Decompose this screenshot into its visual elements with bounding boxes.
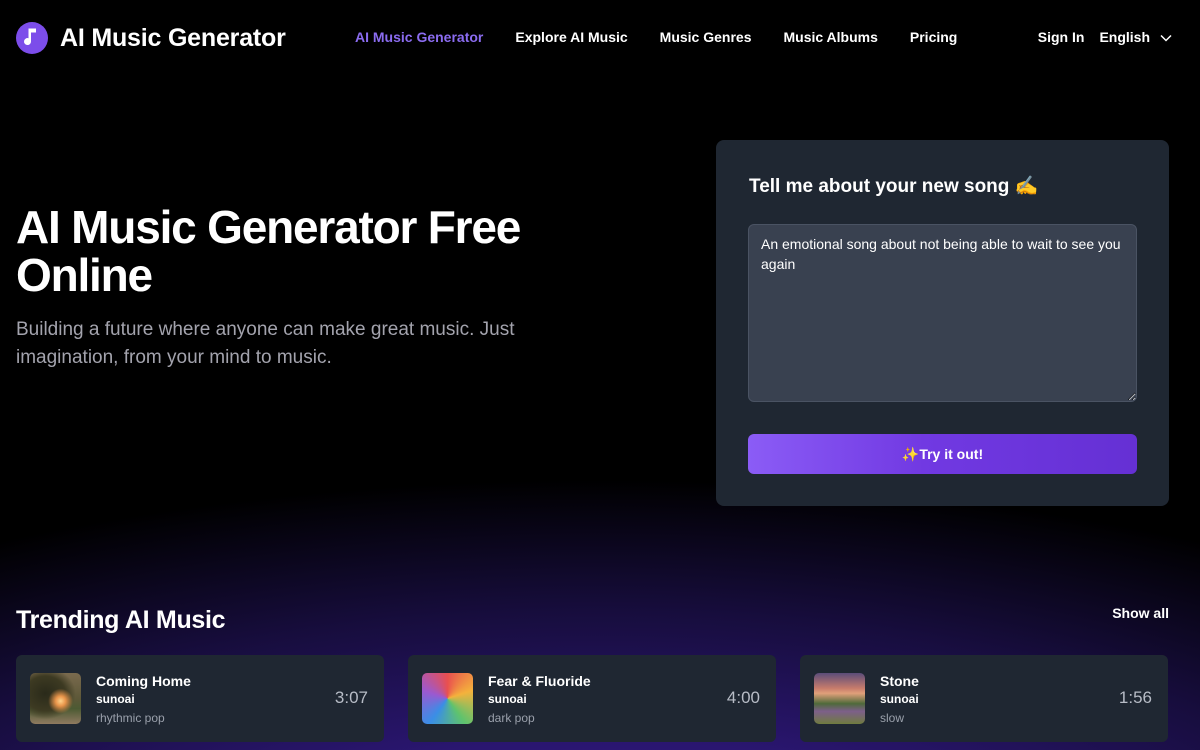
prompt-card-title-text: Tell me about your new song: [749, 176, 1010, 197]
brand[interactable]: AI Music Generator: [16, 22, 286, 54]
nav-music-albums[interactable]: Music Albums: [784, 29, 878, 45]
trending-title: Trending AI Music: [16, 606, 226, 634]
track-title: Stone: [880, 673, 919, 689]
track-title: Fear & Fluoride: [488, 673, 591, 689]
try-it-out-button[interactable]: ✨Try it out!: [748, 434, 1137, 474]
track-title: Coming Home: [96, 673, 191, 689]
trending-list: Coming Home sunoai rhythmic pop 3:07 Fea…: [16, 655, 1168, 742]
prompt-card: Tell me about your new song ✍️ An emotio…: [716, 140, 1169, 506]
track-info: Fear & Fluoride sunoai dark pop: [488, 672, 591, 727]
track-info: Coming Home sunoai rhythmic pop: [96, 672, 191, 727]
track-card[interactable]: Fear & Fluoride sunoai dark pop 4:00: [408, 655, 776, 742]
track-duration: 4:00: [726, 688, 760, 707]
track-info: Stone sunoai slow: [880, 672, 919, 727]
site-header: AI Music Generator AI Music Generator Ex…: [0, 0, 1200, 76]
track-genre: rhythmic pop: [96, 711, 165, 725]
chevron-down-icon: [1160, 29, 1172, 45]
music-note-icon: [16, 22, 48, 54]
song-description-input[interactable]: An emotional song about not being able t…: [748, 224, 1137, 402]
brand-name: AI Music Generator: [60, 23, 286, 52]
sparkles-icon: ✨: [901, 445, 920, 462]
nav-ai-music-generator[interactable]: AI Music Generator: [355, 29, 483, 45]
prompt-card-title: Tell me about your new song ✍️: [749, 174, 1038, 198]
track-genre: dark pop: [488, 711, 535, 725]
nav-pricing[interactable]: Pricing: [910, 29, 957, 45]
hero-title: AI Music Generator Free Online: [16, 201, 521, 301]
hero-subtitle: Building a future where anyone can make …: [16, 319, 515, 368]
track-cover-image: [814, 673, 865, 724]
language-selector[interactable]: English: [1099, 29, 1172, 45]
track-cover-image: [422, 673, 473, 724]
track-duration: 3:07: [334, 688, 368, 707]
sign-in-link[interactable]: Sign In: [1038, 29, 1085, 45]
writing-hand-icon: ✍️: [1014, 176, 1039, 197]
track-card[interactable]: Stone sunoai slow 1:56: [800, 655, 1168, 742]
track-artist: sunoai: [880, 692, 919, 706]
language-label: English: [1099, 29, 1150, 45]
main-nav: AI Music Generator Explore AI Music Musi…: [355, 29, 957, 45]
track-genre: slow: [880, 711, 905, 725]
header-actions: Sign In English: [1038, 29, 1172, 45]
track-artist: sunoai: [96, 692, 135, 706]
track-cover-image: [30, 673, 81, 724]
track-artist: sunoai: [488, 692, 527, 706]
track-card[interactable]: Coming Home sunoai rhythmic pop 3:07: [16, 655, 384, 742]
try-it-out-label: Try it out!: [919, 445, 984, 462]
show-all-link[interactable]: Show all: [1112, 605, 1169, 621]
page: AI Music Generator AI Music Generator Ex…: [0, 0, 1200, 750]
track-duration: 1:56: [1118, 688, 1152, 707]
nav-music-genres[interactable]: Music Genres: [660, 29, 752, 45]
nav-explore-ai-music[interactable]: Explore AI Music: [515, 29, 627, 45]
